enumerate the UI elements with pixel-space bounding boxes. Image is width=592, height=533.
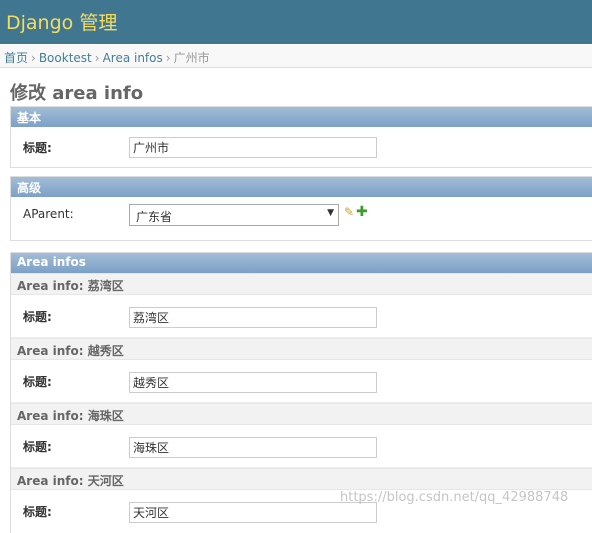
- breadcrumb-separator: ›: [165, 51, 171, 65]
- breadcrumb-current: 广州市: [173, 51, 210, 65]
- inline-title-label: 标题:: [23, 505, 52, 519]
- inline-title-label: 标题:: [23, 440, 52, 454]
- inline-item-prefix: Area info:: [17, 409, 84, 423]
- inline-title-input[interactable]: [129, 372, 377, 393]
- parent-select[interactable]: 广东省 ▼: [129, 204, 339, 226]
- breadcrumb: 首页 › Booktest › Area infos › 广州市: [0, 45, 592, 68]
- inline-title-input[interactable]: [129, 437, 377, 458]
- breadcrumb-app[interactable]: Booktest: [39, 51, 92, 65]
- parent-select-value: 广东省: [136, 210, 173, 224]
- fieldset-basic-title: 基本: [11, 107, 592, 127]
- inline-item-prefix: Area info:: [17, 344, 84, 358]
- title-label: 标题:: [23, 141, 52, 155]
- fieldset-basic: 基本 标题:: [10, 106, 592, 168]
- site-name[interactable]: Django 管理: [6, 8, 117, 35]
- inline-item-prefix: Area info:: [17, 279, 84, 293]
- inline-item-row: 标题:: [11, 360, 592, 403]
- page-title: 修改 area info: [10, 83, 144, 104]
- inline-title-label: 标题:: [23, 375, 52, 389]
- breadcrumb-home[interactable]: 首页: [4, 51, 28, 65]
- inline-title-label: 标题:: [23, 310, 52, 324]
- breadcrumb-model[interactable]: Area infos: [103, 51, 163, 65]
- watermark: https://blog.csdn.net/qq_42988748: [340, 490, 569, 505]
- inline-item-prefix: Area info:: [17, 474, 84, 488]
- inline-item-heading: Area info: 海珠区: [11, 403, 592, 425]
- inline-item-name: 天河区: [87, 474, 124, 488]
- inline-title-input[interactable]: [129, 502, 377, 523]
- header-bar: Django 管理: [0, 0, 592, 44]
- fieldset-advanced-title: 高级: [11, 177, 592, 197]
- form-row-title: 标题:: [11, 127, 592, 167]
- inline-title: Area infos: [11, 253, 592, 273]
- inline-item-heading: Area info: 荔湾区: [11, 273, 592, 295]
- pencil-icon[interactable]: ✎: [344, 205, 354, 219]
- inline-title-input[interactable]: [129, 307, 377, 328]
- inline-item-name: 荔湾区: [87, 279, 124, 293]
- inline-item-row: 标题:: [11, 425, 592, 468]
- inline-item-row: 标题:: [11, 295, 592, 338]
- parent-label: AParent:: [23, 207, 74, 221]
- plus-icon[interactable]: ✚: [356, 204, 368, 220]
- inline-item-name: 越秀区: [87, 344, 124, 358]
- title-input[interactable]: [129, 137, 377, 158]
- inline-item-heading: Area info: 越秀区: [11, 338, 592, 360]
- breadcrumb-separator: ›: [31, 51, 36, 65]
- triangle-down-icon: ▼: [327, 208, 334, 218]
- inline-item-heading: Area info: 天河区: [11, 468, 592, 490]
- breadcrumb-separator: ›: [94, 51, 100, 65]
- fieldset-advanced: 高级 AParent: 广东省 ▼ ✎ ✚: [10, 176, 592, 241]
- form-row-parent: AParent: 广东省 ▼ ✎ ✚: [11, 197, 592, 240]
- inline-item-name: 海珠区: [87, 409, 124, 423]
